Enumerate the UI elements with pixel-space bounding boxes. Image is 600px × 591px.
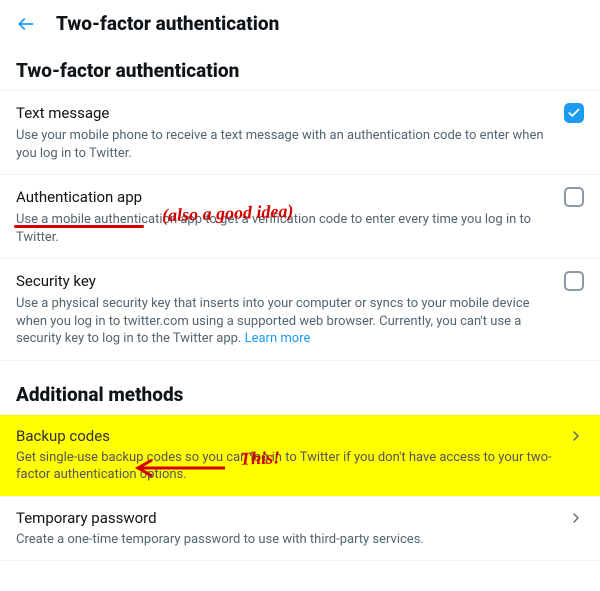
chevron-right-icon	[568, 428, 584, 444]
checkbox-auth-app[interactable]	[564, 187, 584, 207]
section-heading-twofa: Two-factor authentication	[0, 47, 600, 90]
option-title: Authentication app	[16, 188, 142, 206]
option-text-message: Text message Use your mobile phone to re…	[0, 90, 600, 174]
back-arrow-icon[interactable]	[16, 14, 36, 34]
option-auth-app: Authentication app Use a mobile authenti…	[0, 174, 600, 258]
option-desc: Use a mobile authentication app to get a…	[16, 211, 584, 246]
learn-more-link[interactable]: Learn more	[245, 331, 311, 346]
option-title: Security key	[16, 272, 96, 290]
checkbox-text-message[interactable]	[564, 103, 584, 123]
option-desc: Use your mobile phone to receive a text …	[16, 127, 584, 162]
option-title: Temporary password	[16, 509, 157, 527]
option-security-key: Security key Use a physical security key…	[0, 258, 600, 361]
checkbox-security-key[interactable]	[564, 271, 584, 291]
option-title: Text message	[16, 104, 109, 122]
option-title: Backup codes	[16, 427, 110, 445]
page-title: Two-factor authentication	[56, 12, 279, 35]
option-desc: Get single-use backup codes so you can l…	[16, 449, 584, 484]
chevron-right-icon	[568, 510, 584, 526]
section-heading-additional: Additional methods	[0, 371, 600, 414]
option-desc: Use a physical security key that inserts…	[16, 295, 584, 348]
option-temp-password[interactable]: Temporary password Create a one-time tem…	[0, 496, 600, 562]
option-backup-codes[interactable]: Backup codes Get single-use backup codes…	[0, 414, 600, 496]
option-desc: Create a one-time temporary password to …	[16, 531, 584, 549]
